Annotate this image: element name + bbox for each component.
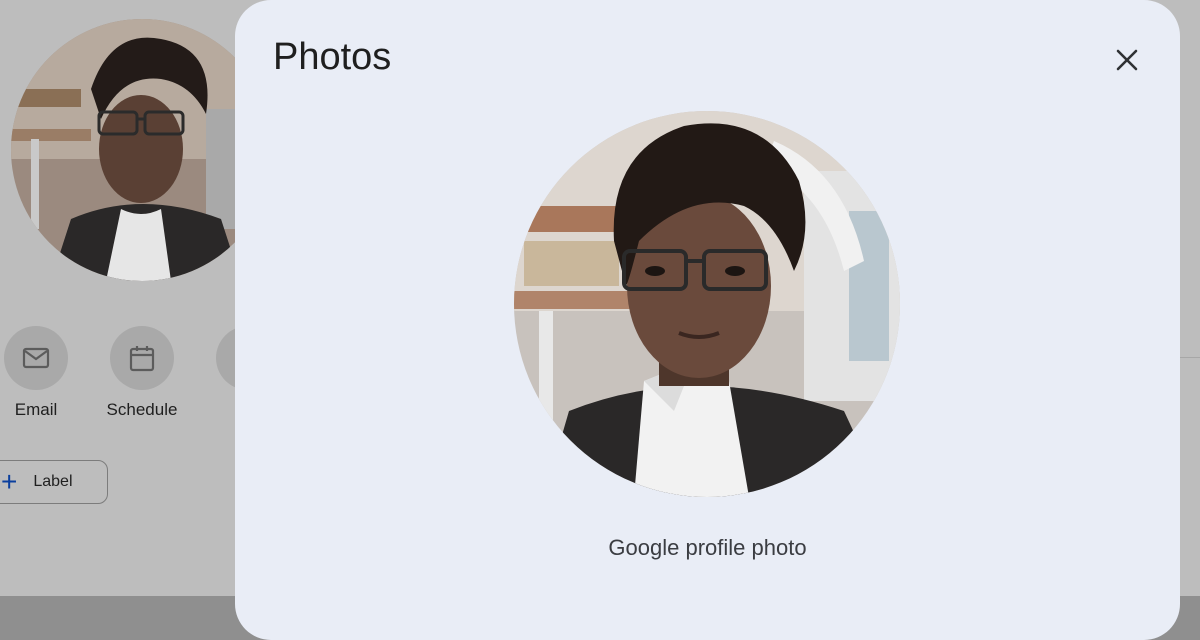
schedule-action[interactable]: Schedule (97, 326, 187, 420)
email-action-button[interactable] (4, 326, 68, 390)
email-action[interactable]: Email (0, 326, 81, 420)
email-action-label: Email (14, 400, 58, 419)
profile-photo-large (514, 111, 900, 497)
google-profile-photo[interactable] (514, 111, 900, 497)
dialog-title: Photos (273, 36, 392, 78)
calendar-icon (129, 346, 155, 372)
close-icon (1116, 49, 1138, 71)
plus-icon: + (1, 466, 18, 497)
close-button[interactable] (1107, 40, 1147, 80)
schedule-action-button[interactable] (110, 326, 174, 390)
schedule-action-label: Schedule (106, 400, 178, 419)
contact-avatar (11, 19, 273, 281)
profile-photo-small (11, 19, 273, 281)
add-label-text: Label (33, 473, 73, 490)
photos-dialog: Photos Google profile photo (235, 0, 1180, 640)
divider (1180, 357, 1200, 358)
add-label-button[interactable]: + Label (0, 460, 108, 504)
photo-caption: Google profile photo (608, 535, 807, 560)
mail-icon (22, 347, 50, 369)
